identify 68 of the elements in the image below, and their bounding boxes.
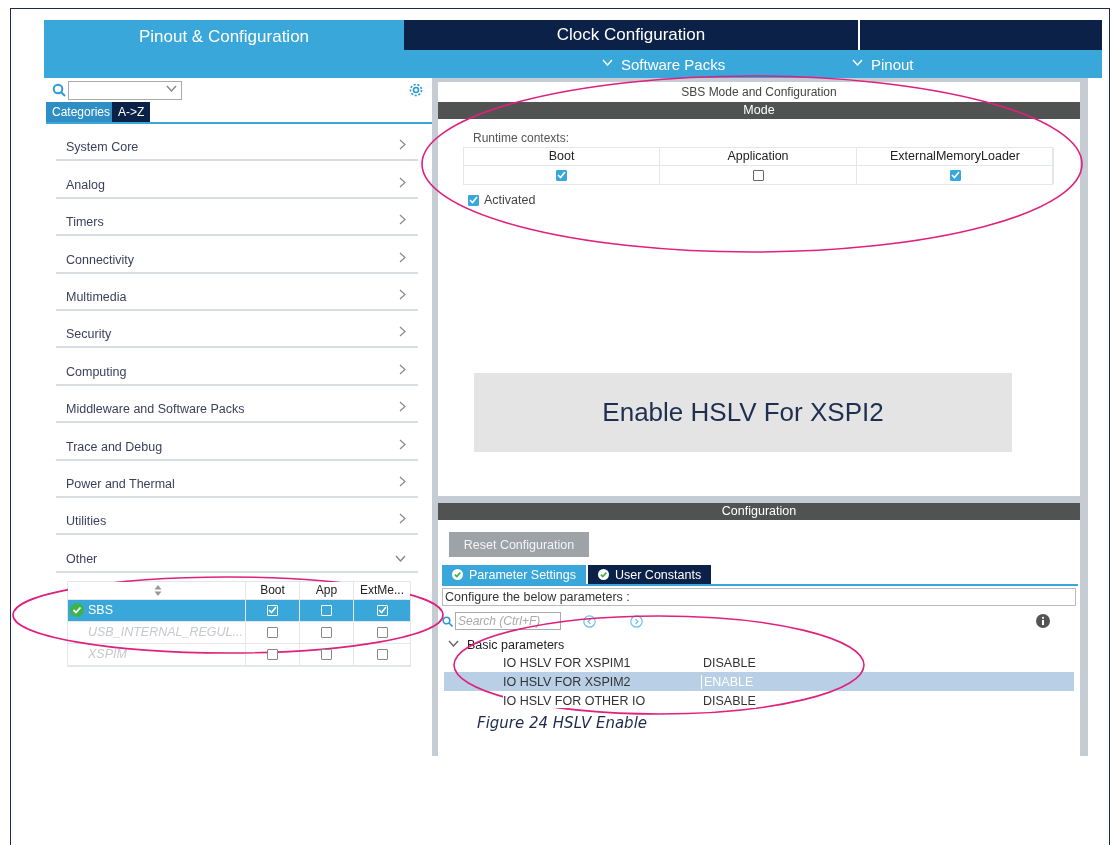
category-item[interactable]: Analog [56,161,418,199]
search-icon [52,83,66,97]
chevron-down-icon [166,84,177,92]
tab[interactable]: User Constants [588,565,712,584]
checkbox[interactable] [376,648,388,660]
table-cell-text: XSPIM [87,647,127,662]
category-item[interactable]: Other [56,535,418,573]
column-header: ExtMe... [354,581,410,599]
settings-icon [408,82,424,98]
parameter-row[interactable]: IO HSLV FOR XSPIM2 ENABLE [444,672,1074,691]
tree-item[interactable]: Basic parameters [448,637,1080,653]
column-header: Application [660,148,857,166]
category-item[interactable]: Middleware and Software Packs [56,385,418,424]
section-header: Configuration [438,503,1080,520]
sort-icon [153,584,162,596]
column-header: Boot [464,148,660,166]
table-cell-text: USB_INTERNAL_REGUL... [87,625,243,640]
checkbox[interactable] [321,648,332,660]
table-cell: SBS [88,603,113,618]
scrollbar[interactable] [1080,78,1088,756]
checkbox-label: Activated [484,193,536,207]
category-item[interactable]: Connectivity [56,236,418,274]
info-icon [1036,614,1050,628]
column-header: ExternalMemoryLoader [857,148,1054,166]
check-icon [469,196,478,204]
category-item[interactable]: Multimedia [56,273,418,311]
checkbox[interactable] [267,648,278,660]
category-item[interactable]: System Core [56,124,418,162]
checkbox[interactable] [468,194,479,206]
parameter-name: IO HSLV FOR OTHER IO [503,693,646,708]
category-item[interactable]: Utilities [56,497,418,536]
category-item[interactable]: Computing [56,348,418,386]
dropdown-field[interactable] [68,80,182,100]
parameter-value: DISABLE [701,693,756,708]
search-icon [442,615,453,627]
parameter-name: IO HSLV FOR XSPIM1 [503,655,631,670]
check-icon [377,606,387,615]
next-icon [630,614,643,628]
checkbox[interactable] [267,626,278,638]
checkbox[interactable] [752,169,764,181]
checkbox[interactable] [556,169,567,181]
category-item[interactable]: Power and Thermal [56,460,418,498]
chevron-down-icon [852,58,863,66]
check-circle-icon [598,569,609,580]
previous-icon [583,614,596,628]
category-item[interactable]: Trace and Debug [56,423,418,461]
banner: Enable HSLV For XSPI2 [474,373,1012,452]
parameter-value: ENABLE [701,674,754,689]
check-icon [268,606,277,615]
category-item[interactable]: Timers [56,198,418,237]
check-icon [557,171,566,179]
checkbox[interactable] [949,169,961,181]
category-item[interactable]: Security [56,310,418,349]
panel-title: SBS Mode and Configuration [680,84,838,101]
parameter-name: IO HSLV FOR XSPIM2 [503,674,631,689]
check-icon [950,171,960,179]
section-header: Mode [438,102,1080,119]
tab[interactable]: Categories [46,102,112,122]
tab[interactable]: A->Z [112,102,151,122]
label: Runtime contexts: [473,131,571,145]
chevron-down-icon [602,58,613,66]
parameter-value: DISABLE [701,655,756,670]
checkbox[interactable] [321,626,332,638]
search-field[interactable]: Search (Ctrl+F) [455,612,561,630]
check-circle-icon [70,603,84,618]
description-field: Configure the below parameters : [442,588,1076,606]
checkbox[interactable] [376,626,388,638]
check-circle-icon [452,569,463,580]
